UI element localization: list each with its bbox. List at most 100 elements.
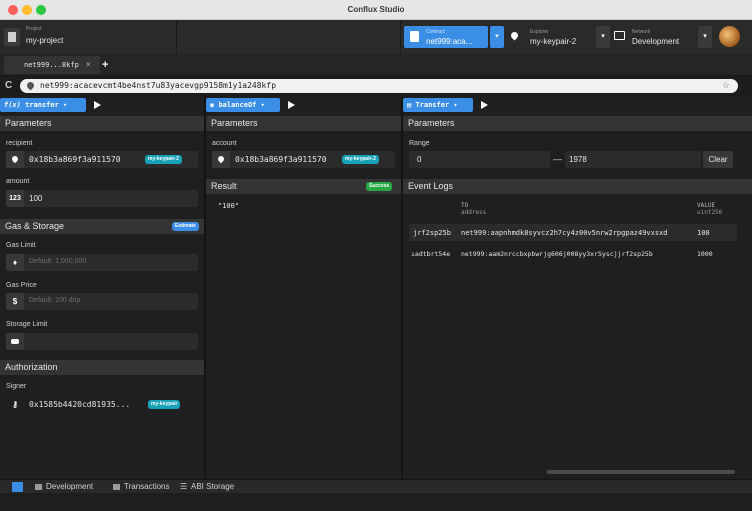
address-bar: C net999:acacevcmt4be4nst7u83yacevgp9158… [0, 76, 752, 96]
table-row[interactable]: jrf2sp25b net999:aapnhmdk8syvcz2h7cy4z00… [409, 224, 737, 241]
explorer-label: Explorer [530, 29, 549, 35]
gas-limit-label: Gas Limit [6, 242, 36, 249]
parameters-section: Parameters [403, 116, 752, 131]
close-icon[interactable]: × [86, 60, 91, 69]
gas-price-field[interactable]: $ Default: 100 drip [6, 293, 198, 310]
event-selector[interactable]: ▤ Transfer ▾ [403, 98, 473, 112]
contract-value: net999:aca... [426, 37, 473, 46]
list-icon [113, 484, 120, 490]
explorer-value[interactable]: my-keypair-2 [530, 37, 576, 46]
network-value[interactable]: Development [632, 37, 679, 46]
column-header-to: TO [461, 202, 469, 209]
gas-limit-field[interactable]: ♦ Default: 1,000,000 [6, 254, 198, 271]
pin-icon [25, 80, 36, 91]
parameters-section: Parameters [0, 116, 204, 131]
pin-icon [212, 151, 230, 168]
signer-label: Signer [6, 383, 27, 390]
account-field[interactable]: 0x18b3a869f3a911570 my-keypair-2 [212, 151, 395, 168]
amount-field[interactable]: 123 100 [6, 190, 198, 207]
horizontal-scrollbar[interactable] [547, 470, 735, 474]
play-icon[interactable] [94, 101, 101, 109]
column-type-value: uint256 [697, 209, 723, 216]
explorer-dropdown-icon[interactable]: ▾ [596, 26, 610, 48]
section-title: Gas & Storage [5, 221, 65, 231]
play-icon[interactable] [481, 101, 488, 109]
cell-to: net999:aapnhmdk8syvcz2h7cy4z00v5nrw2rpgp… [461, 229, 668, 237]
function-panel-transfer: f(x) transfer ▾ Parameters recipient 0x1… [0, 96, 204, 479]
storage-limit-field[interactable] [6, 333, 198, 350]
column-header-value: VALUE [697, 202, 716, 209]
section-title: Result [211, 181, 237, 191]
project-icon[interactable] [4, 28, 20, 46]
event-name: Transfer [415, 101, 450, 109]
status-badge: Success [366, 182, 393, 191]
keypair-badge: my-keypair-2 [145, 155, 182, 164]
result-section: Result Success [206, 179, 401, 194]
network-icon [614, 31, 625, 40]
amount-value: 100 [29, 194, 43, 203]
number-icon: 123 [6, 190, 24, 207]
monitor-icon [35, 484, 42, 490]
section-title: Authorization [5, 362, 58, 372]
signer-value: 0x1585b4420cd81935... [29, 400, 131, 409]
cell-value: 1000 [697, 250, 713, 258]
event-panel-transfer: ▤ Transfer ▾ Parameters Range 0 — 1978 C… [403, 96, 752, 479]
keypair-badge: my-keypair [148, 400, 181, 409]
play-icon[interactable] [288, 101, 295, 109]
estimate-button[interactable]: Estimate [172, 222, 199, 231]
range-label: Range [409, 140, 430, 147]
section-title: Parameters [408, 118, 455, 128]
tab-contract[interactable]: net999...8kfp × [4, 56, 100, 74]
status-transactions[interactable]: Transactions [124, 482, 170, 491]
status-development[interactable]: Development [46, 482, 93, 491]
section-title: Parameters [211, 118, 258, 128]
terminal-toggle-icon[interactable] [12, 482, 23, 492]
function-name: transfer [25, 101, 59, 109]
gas-storage-section: Gas & Storage Estimate [0, 219, 204, 234]
drive-icon [6, 333, 24, 350]
clear-button[interactable]: Clear [703, 151, 733, 168]
function-selector[interactable]: f(x) transfer ▾ [0, 98, 86, 112]
function-selector[interactable]: ◉ balanceOf ▾ [206, 98, 280, 112]
range-to-value: 1978 [569, 155, 587, 164]
range-from-input[interactable]: 0 [409, 151, 550, 168]
list-icon: ☰ [180, 482, 188, 491]
status-bar: Development Transactions ☰ ABI Storage [0, 479, 752, 493]
column-type-to: address [461, 209, 487, 216]
app-header: Project my-project Contract net999:aca..… [0, 20, 752, 54]
recipient-field[interactable]: 0x18b3a869f3a911570 my-keypair-2 [6, 151, 198, 168]
file-icon [410, 31, 419, 42]
network-dropdown-icon[interactable]: ▾ [698, 26, 712, 48]
address-value: net999:acacevcmt4be4nst7u83yacevgp9158m1… [40, 81, 277, 90]
avatar[interactable] [719, 26, 740, 47]
range-from-value: 0 [417, 155, 422, 164]
refresh-icon[interactable]: C [5, 80, 12, 91]
recipient-label: recipient [6, 140, 33, 147]
range-to-input[interactable]: 1978 [565, 151, 701, 168]
amount-label: amount [6, 178, 30, 185]
pin-icon [6, 151, 24, 168]
window-title: Conflux Studio [347, 5, 405, 14]
status-abi-storage[interactable]: ABI Storage [191, 482, 234, 491]
project-name[interactable]: my-project [26, 36, 63, 45]
function-icon: f(x) [4, 101, 26, 109]
keypair-badge: my-keypair-2 [342, 155, 379, 164]
table-row[interactable]: ıadtbrt54e net999:aam2nrccbxpbwrjg606j00… [409, 245, 737, 262]
cell-to: net999:aam2nrccbxpbwrjg606j008yy3xr5yscj… [461, 250, 653, 258]
add-tab-button[interactable]: + [102, 59, 108, 71]
parameters-section: Parameters [206, 116, 401, 131]
authorization-section: Authorization [0, 360, 204, 375]
contract-dropdown-icon[interactable]: ▾ [490, 26, 504, 48]
contract-selector[interactable]: Contract net999:aca... [404, 26, 488, 48]
account-value: 0x18b3a869f3a911570 [235, 155, 327, 164]
star-icon[interactable]: ☆ [722, 80, 730, 91]
project-label: Project [26, 26, 42, 32]
gas-limit-placeholder: Default: 1,000,000 [29, 258, 87, 265]
signer-field[interactable]: ⚷ 0x1585b4420cd81935... my-keypair [6, 396, 198, 413]
title-bar: Conflux Studio [0, 0, 752, 20]
gas-price-label: Gas Price [6, 282, 37, 289]
address-input[interactable]: net999:acacevcmt4be4nst7u83yacevgp9158m1… [20, 79, 738, 93]
dollar-icon: $ [6, 293, 24, 310]
function-name: balanceOf [218, 101, 257, 109]
account-label: account [212, 140, 237, 147]
